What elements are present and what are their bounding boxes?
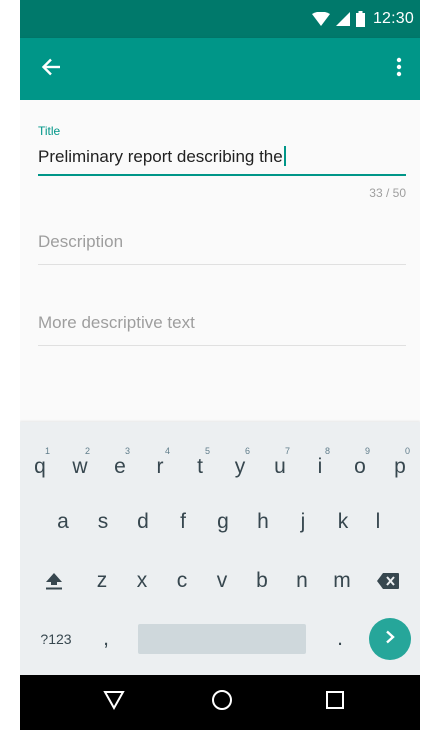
keyboard-row-3: z x c v b n m bbox=[20, 554, 420, 608]
home-circle-icon bbox=[211, 689, 233, 716]
key-u[interactable]: u7 bbox=[260, 440, 300, 494]
title-input[interactable]: Preliminary report describing the bbox=[38, 144, 406, 170]
key-n[interactable]: n bbox=[282, 554, 322, 608]
app-bar bbox=[20, 38, 420, 100]
more-vert-icon bbox=[396, 57, 402, 82]
keyboard-row-1: q1 w2 e3 r4 t5 y6 u7 i8 o9 p0 bbox=[20, 422, 420, 478]
chevron-right-icon bbox=[384, 630, 396, 649]
key-hint: 8 bbox=[324, 446, 330, 456]
key-hint: 2 bbox=[84, 446, 90, 456]
keyboard-row-4: ?123 , . bbox=[20, 612, 420, 666]
key-j[interactable]: j bbox=[283, 495, 323, 549]
title-field[interactable]: Title Preliminary report describing the … bbox=[38, 124, 406, 200]
space-key[interactable] bbox=[138, 624, 306, 654]
key-m[interactable]: m bbox=[322, 554, 362, 608]
key-r[interactable]: r4 bbox=[140, 440, 180, 494]
backspace-key[interactable] bbox=[368, 554, 408, 608]
key-hint: 0 bbox=[404, 446, 410, 456]
key-q[interactable]: q1 bbox=[20, 440, 60, 494]
key-f[interactable]: f bbox=[163, 495, 203, 549]
key-z[interactable]: z bbox=[82, 554, 122, 608]
key-h[interactable]: h bbox=[243, 495, 283, 549]
key-g[interactable]: g bbox=[203, 495, 243, 549]
key-a[interactable]: a bbox=[43, 495, 83, 549]
overflow-menu-button[interactable] bbox=[386, 52, 412, 86]
key-t[interactable]: t5 bbox=[180, 440, 220, 494]
key-b[interactable]: b bbox=[242, 554, 282, 608]
status-bar: 12:30 bbox=[20, 0, 420, 38]
key-p[interactable]: p0 bbox=[380, 440, 420, 494]
enter-key[interactable] bbox=[369, 618, 411, 660]
key-hint: 3 bbox=[124, 446, 130, 456]
navigation-bar bbox=[20, 675, 420, 730]
nav-back-button[interactable] bbox=[84, 675, 144, 730]
key-s[interactable]: s bbox=[83, 495, 123, 549]
back-button[interactable] bbox=[34, 52, 68, 86]
status-time: 12:30 bbox=[372, 10, 414, 27]
title-underline bbox=[38, 174, 406, 176]
key-label: e bbox=[114, 455, 126, 478]
key-e[interactable]: e3 bbox=[100, 440, 140, 494]
character-counter: 33 / 50 bbox=[369, 186, 406, 200]
description-field[interactable]: Description bbox=[38, 228, 406, 265]
key-o[interactable]: o9 bbox=[340, 440, 380, 494]
keyboard-row-2: a s d f g h j k l bbox=[20, 495, 420, 549]
key-d[interactable]: d bbox=[123, 495, 163, 549]
shift-icon bbox=[45, 571, 63, 591]
key-y[interactable]: y6 bbox=[220, 440, 260, 494]
nav-recents-button[interactable] bbox=[305, 675, 365, 730]
more-text-field[interactable]: More descriptive text bbox=[38, 309, 406, 346]
period-key[interactable]: . bbox=[320, 612, 360, 666]
description-input[interactable]: Description bbox=[38, 228, 406, 256]
key-l[interactable]: l bbox=[358, 495, 398, 549]
phone-screen: 12:30 Title Preliminary report describin… bbox=[20, 0, 420, 730]
key-hint: 9 bbox=[364, 446, 370, 456]
form-content: Title Preliminary report describing the … bbox=[20, 100, 420, 422]
key-label: w bbox=[72, 455, 88, 478]
key-label: i bbox=[317, 455, 323, 478]
key-label: p bbox=[394, 455, 406, 478]
key-hint: 4 bbox=[164, 446, 170, 456]
wifi-icon bbox=[311, 12, 330, 26]
key-c[interactable]: c bbox=[162, 554, 202, 608]
key-hint: 1 bbox=[44, 446, 50, 456]
soft-keyboard: q1 w2 e3 r4 t5 y6 u7 i8 o9 p0 a s d f g … bbox=[20, 422, 420, 675]
back-triangle-icon bbox=[103, 690, 125, 715]
key-label: y bbox=[234, 455, 246, 478]
key-x[interactable]: x bbox=[122, 554, 162, 608]
key-hint: 7 bbox=[284, 446, 290, 456]
key-label: o bbox=[354, 455, 366, 478]
title-value: Preliminary report describing the bbox=[38, 147, 283, 166]
key-w[interactable]: w2 bbox=[60, 440, 100, 494]
back-arrow-icon bbox=[41, 58, 61, 81]
signal-icon bbox=[335, 12, 350, 26]
key-label: r bbox=[156, 455, 164, 478]
more-text-input[interactable]: More descriptive text bbox=[38, 309, 406, 337]
symbols-key[interactable]: ?123 bbox=[32, 612, 80, 666]
shift-key[interactable] bbox=[34, 554, 74, 608]
key-label: t bbox=[197, 455, 203, 478]
comma-key[interactable]: , bbox=[86, 612, 126, 666]
description-underline bbox=[38, 264, 406, 265]
recents-square-icon bbox=[325, 690, 345, 715]
key-label: u bbox=[274, 455, 286, 478]
key-hint: 6 bbox=[244, 446, 250, 456]
key-k[interactable]: k bbox=[323, 495, 363, 549]
key-hint: 5 bbox=[204, 446, 210, 456]
title-label: Title bbox=[38, 124, 61, 138]
key-v[interactable]: v bbox=[202, 554, 242, 608]
more-text-underline bbox=[38, 345, 406, 346]
key-i[interactable]: i8 bbox=[300, 440, 340, 494]
nav-home-button[interactable] bbox=[192, 675, 252, 730]
battery-icon bbox=[355, 11, 365, 27]
text-cursor bbox=[283, 146, 286, 166]
backspace-icon bbox=[376, 572, 400, 590]
key-label: q bbox=[34, 455, 46, 478]
